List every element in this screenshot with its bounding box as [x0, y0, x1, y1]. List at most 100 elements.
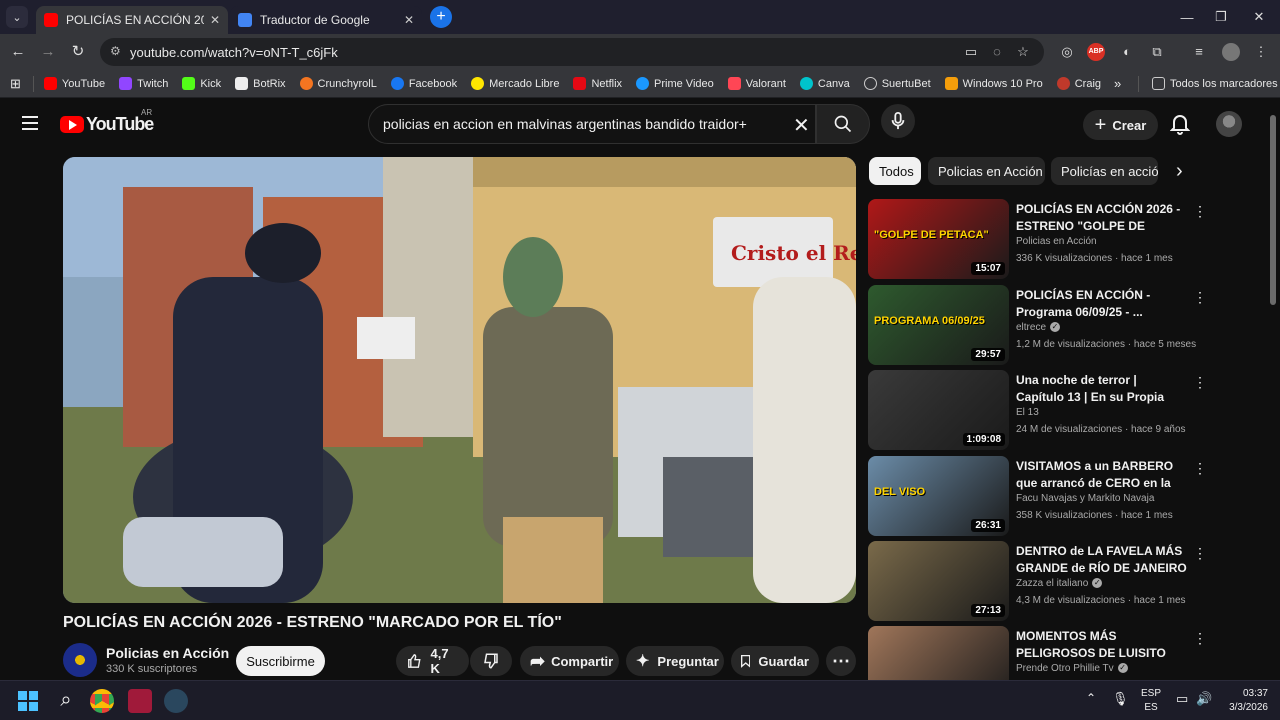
- clear-search-icon[interactable]: ✕: [793, 113, 810, 138]
- recommendation-title[interactable]: POLICÍAS EN ACCIÓN - Programa 06/09/25 -…: [1016, 287, 1188, 321]
- menu-icon[interactable]: [22, 116, 38, 134]
- more-options-icon[interactable]: ⋮: [1193, 460, 1207, 477]
- bookmark-netflix[interactable]: Netflix: [573, 77, 622, 90]
- bookmark-kick[interactable]: Kick: [182, 77, 221, 90]
- bookmark-star-icon[interactable]: ☆: [1014, 43, 1032, 61]
- recommendation-card[interactable]: "GOLPE DE PETACA" 15:07 POLICÍAS EN ACCIÓN…: [868, 199, 1263, 279]
- recommendation-channel[interactable]: Facu Navajas y Markito Navaja: [1016, 493, 1154, 504]
- recommendation-card[interactable]: 1:09:08 Una noche de terror | Capítulo 13…: [868, 370, 1263, 450]
- bookmark-twitch[interactable]: Twitch: [119, 77, 168, 90]
- more-options-icon[interactable]: ⋮: [1193, 203, 1207, 220]
- recommendation-title[interactable]: VISITAMOS a un BARBERO que arrancó de CE…: [1016, 458, 1188, 492]
- video-thumbnail[interactable]: DEL VISO 26:31: [868, 456, 1009, 536]
- close-tab-icon[interactable]: ✕: [210, 13, 220, 27]
- search-button[interactable]: [816, 104, 870, 144]
- video-thumbnail[interactable]: 27:13: [868, 541, 1009, 621]
- media-controls-icon[interactable]: ≡: [1190, 43, 1208, 61]
- search-input[interactable]: policias en accion en malvinas argentina…: [368, 104, 816, 144]
- chip-policias-en-accion[interactable]: Policias en Acción: [928, 157, 1045, 185]
- back-icon[interactable]: ←: [8, 42, 28, 62]
- extension-circle-icon[interactable]: ◐: [1118, 43, 1136, 61]
- extension-glasses-icon[interactable]: ◎: [1058, 43, 1076, 61]
- chevron-right-icon[interactable]: ›: [1176, 160, 1183, 183]
- account-avatar[interactable]: [1216, 111, 1242, 137]
- steam-icon[interactable]: [164, 689, 188, 713]
- adblock-icon[interactable]: ABP: [1087, 43, 1105, 61]
- language-indicator[interactable]: ESP ES: [1141, 687, 1161, 715]
- video-player[interactable]: Cristo el Re: [63, 157, 856, 603]
- profile-avatar-icon[interactable]: [1222, 43, 1240, 61]
- search-icon[interactable]: ⌕: [54, 689, 78, 713]
- tab-search-button[interactable]: ⌄: [6, 6, 28, 28]
- recommendation-title[interactable]: DENTRO de LA FAVELA MÁS GRANDE de RÍO DE…: [1016, 543, 1188, 577]
- windows-start-icon[interactable]: [16, 689, 40, 713]
- youtube-logo[interactable]: YouTube AR: [60, 108, 154, 135]
- close-window-button[interactable]: ✕: [1236, 0, 1280, 34]
- video-thumbnail[interactable]: "GOLPE DE PETACA" 15:07: [868, 199, 1009, 279]
- save-button[interactable]: Guardar: [731, 646, 819, 676]
- video-thumbnail[interactable]: PROGRAMA 06/09/25 29:57: [868, 285, 1009, 365]
- bookmark-youtube[interactable]: YouTube: [43, 77, 105, 90]
- scrollbar-thumb[interactable]: [1270, 115, 1276, 305]
- bookmark-craig[interactable]: Craig: [1056, 77, 1101, 90]
- volume-icon[interactable]: 🔊: [1196, 691, 1212, 707]
- bookmark-mercadolibre[interactable]: Mercado Libre: [471, 77, 559, 90]
- recommendation-channel[interactable]: El 13: [1016, 407, 1039, 418]
- apps-grid-icon[interactable]: ⊞: [10, 76, 21, 92]
- recommendation-channel[interactable]: eltrece ✓: [1016, 322, 1061, 333]
- reload-icon[interactable]: ↻: [68, 42, 88, 62]
- recommendation-card[interactable]: PROGRAMA 06/09/25 29:57 POLICÍAS EN ACCIÓN…: [868, 285, 1263, 365]
- bookmark-crunchyroll[interactable]: CrunchyrolL: [299, 77, 377, 90]
- recommendation-card[interactable]: 27:13 DENTRO de LA FAVELA MÁS GRANDE de R…: [868, 541, 1263, 621]
- bookmark-botrix[interactable]: BotRix: [235, 77, 286, 90]
- close-tab-icon[interactable]: ✕: [404, 13, 414, 27]
- bookmarks-overflow-button[interactable]: »: [1114, 76, 1121, 91]
- share-button[interactable]: ➦ Compartir: [520, 646, 619, 676]
- eye-off-icon[interactable]: ◌: [988, 43, 1006, 61]
- chip-all[interactable]: Todos: [869, 157, 921, 185]
- recommendation-channel[interactable]: Zazza el italiano ✓: [1016, 578, 1103, 589]
- voice-search-button[interactable]: [881, 104, 915, 138]
- recommendation-title[interactable]: Una noche de terror | Capítulo 13 | En s…: [1016, 372, 1188, 406]
- more-options-icon[interactable]: ⋮: [1193, 289, 1207, 306]
- dislike-button[interactable]: [470, 646, 512, 676]
- recommendation-channel[interactable]: Policias en Acción: [1016, 236, 1097, 247]
- clock[interactable]: 03:37 3/3/2026: [1222, 687, 1268, 715]
- new-tab-button[interactable]: +: [430, 6, 452, 28]
- bookmark-suertubet[interactable]: SuertuBet: [863, 77, 931, 90]
- create-button[interactable]: + Crear: [1083, 110, 1158, 140]
- chevron-up-icon[interactable]: ⌃: [1086, 691, 1096, 705]
- more-options-icon[interactable]: ⋮: [1193, 545, 1207, 562]
- more-actions-button[interactable]: ⋯: [826, 646, 856, 676]
- browser-menu-icon[interactable]: ⋮: [1252, 43, 1270, 61]
- extensions-puzzle-icon[interactable]: ⧉: [1148, 43, 1166, 61]
- bookmark-valorant[interactable]: Valorant: [727, 77, 786, 90]
- scrollbar[interactable]: [1268, 99, 1280, 680]
- microphone-tray-icon[interactable]: 🎙: [1112, 691, 1129, 707]
- recommendation-title[interactable]: POLICÍAS EN ACCIÓN 2026 - ESTRENO "GOLPE…: [1016, 201, 1188, 235]
- like-button[interactable]: 4,7 K: [396, 646, 469, 676]
- channel-avatar[interactable]: [63, 643, 97, 677]
- app-icon[interactable]: [128, 689, 152, 713]
- forward-icon[interactable]: →: [38, 42, 58, 62]
- notifications-bell-icon[interactable]: [1169, 113, 1191, 140]
- site-info-icon[interactable]: ⚙: [110, 44, 121, 58]
- tab-youtube[interactable]: POLICÍAS EN ACCIÓN 2026 - ESTRENO ✕: [36, 6, 228, 34]
- bookmark-windows10pro[interactable]: Windows 10 Pro: [944, 77, 1043, 90]
- more-options-icon[interactable]: ⋮: [1193, 374, 1207, 391]
- bookmark-primevideo[interactable]: Prime Video: [636, 77, 714, 90]
- chrome-icon[interactable]: [90, 689, 114, 713]
- bookmark-facebook[interactable]: Facebook: [390, 77, 457, 90]
- channel-name[interactable]: Policias en Acción: [106, 645, 229, 661]
- tab-translate[interactable]: Traductor de Google ✕: [230, 6, 422, 34]
- recommendation-channel[interactable]: Prende Otro Phillie Tv ✓: [1016, 663, 1128, 674]
- url-text[interactable]: youtube.com/watch?v=oNT-T_c6jFk: [130, 45, 338, 60]
- ask-button[interactable]: ✦ Preguntar: [626, 646, 724, 676]
- video-thumbnail[interactable]: 1:09:08: [868, 370, 1009, 450]
- network-icon[interactable]: ▭: [1176, 691, 1188, 707]
- bookmark-canva[interactable]: Canva: [799, 77, 850, 90]
- subscribe-button[interactable]: Suscribirme: [236, 646, 325, 676]
- chip-policias-en-accion-2[interactable]: Policías en acción: [1051, 157, 1158, 185]
- recommendation-title[interactable]: MOMENTOS MÁS PELIGROSOS DE LUISITO COMUN…: [1016, 628, 1188, 662]
- more-options-icon[interactable]: ⋮: [1193, 630, 1207, 647]
